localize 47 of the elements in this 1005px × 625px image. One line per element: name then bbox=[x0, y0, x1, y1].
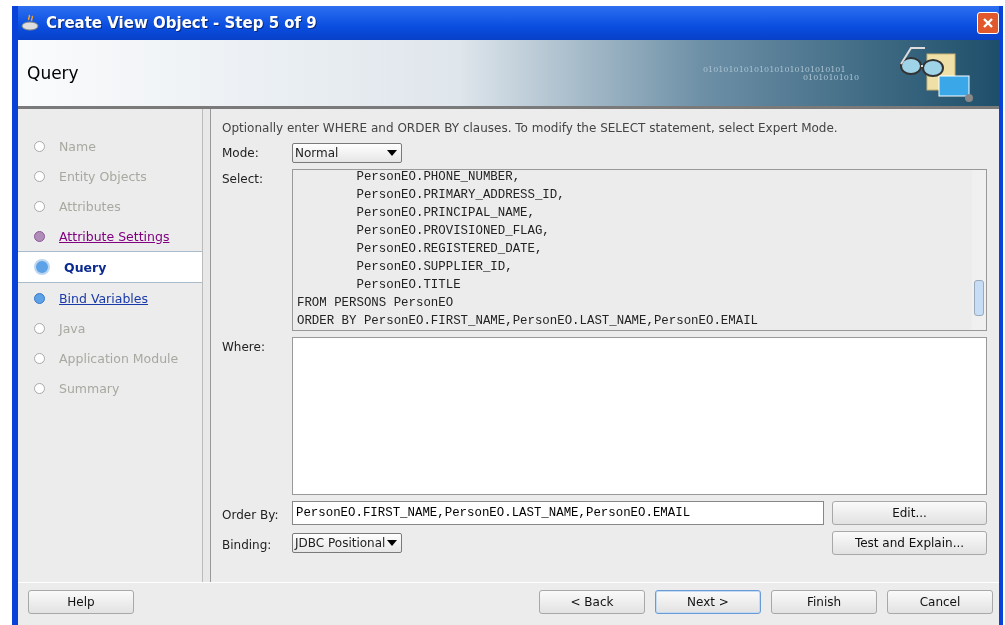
order-by-field[interactable]: PersonEO.FIRST_NAME,PersonEO.LAST_NAME,PersonEO.EMAIL bbox=[292, 501, 824, 525]
wizard-button[interactable]: < Back bbox=[539, 590, 645, 614]
step-dot-icon bbox=[34, 292, 45, 304]
step-dot-icon bbox=[34, 382, 45, 394]
code-line: PersonEO.SUPPLIER_ID, bbox=[355, 259, 514, 276]
code-line: ORDER BY PersonEO.FIRST_NAME,PersonEO.LAST_NAME,PersonEO.EMAIL bbox=[297, 313, 759, 330]
step-dot-icon bbox=[34, 259, 50, 275]
step-dot-icon bbox=[34, 140, 45, 152]
step-dot-icon bbox=[34, 322, 45, 334]
step-dot-icon bbox=[34, 230, 45, 242]
splitter[interactable] bbox=[203, 109, 211, 582]
field-label: Where: bbox=[222, 339, 266, 354]
code-line: FROM PERSONS PersonEO bbox=[297, 295, 455, 312]
test-and-explain-button[interactable]: Test and Explain... bbox=[832, 531, 987, 555]
wizard-button[interactable]: Cancel bbox=[887, 590, 993, 614]
mode-dropdown[interactable]: Normal bbox=[292, 143, 402, 163]
scrollbar[interactable] bbox=[972, 170, 986, 330]
field-label: Mode: bbox=[222, 145, 260, 160]
wizard-step[interactable]: Attribute Settings bbox=[18, 221, 202, 251]
wizard-step[interactable]: Bind Variables bbox=[18, 283, 202, 313]
select-text-area[interactable] bbox=[292, 169, 987, 331]
code-line: PersonEO.PROVISIONED_FLAG, bbox=[355, 223, 551, 240]
binary-text: 01010101010 bbox=[803, 74, 859, 82]
edit-button[interactable]: Edit... bbox=[832, 501, 987, 525]
close-button[interactable] bbox=[977, 12, 999, 34]
code-line: PersonEO.REGISTERED_DATE, bbox=[355, 241, 544, 258]
code-line: PersonEO.TITLE bbox=[355, 277, 462, 294]
wizard-button[interactable]: Finish bbox=[771, 590, 877, 614]
code-line: PersonEO.PHONE_NUMBER, bbox=[355, 170, 522, 186]
field-label: Binding: bbox=[222, 536, 273, 552]
step-dot-icon bbox=[34, 170, 45, 182]
code-line: PersonEO.PRIMARY_ADDRESS_ID, bbox=[355, 187, 566, 204]
step-dot-icon bbox=[34, 200, 45, 212]
help-button[interactable]: Help bbox=[28, 590, 134, 614]
instructions-text: Optionally enter WHERE and ORDER BY clauses. To modify the SELECT statement, select Expert Mode. bbox=[222, 121, 839, 135]
coffee-cup-icon bbox=[20, 13, 40, 33]
wizard-step[interactable]: Query bbox=[18, 251, 202, 283]
field-label: Select: bbox=[222, 171, 265, 186]
page-title: Query bbox=[27, 63, 79, 83]
binary-text: 0101010101010101010101010101 bbox=[703, 66, 847, 74]
field-label: Order By: bbox=[222, 506, 280, 522]
binding-dropdown[interactable]: JDBC Positional bbox=[292, 533, 402, 553]
code-line: PersonEO.PRINCIPAL_NAME, bbox=[355, 205, 536, 222]
wizard-button[interactable]: Next > bbox=[655, 590, 761, 614]
window-title: Create View Object - Step 5 of 9 bbox=[46, 14, 317, 32]
step-dot-icon bbox=[34, 352, 45, 364]
close-icon bbox=[982, 17, 994, 29]
